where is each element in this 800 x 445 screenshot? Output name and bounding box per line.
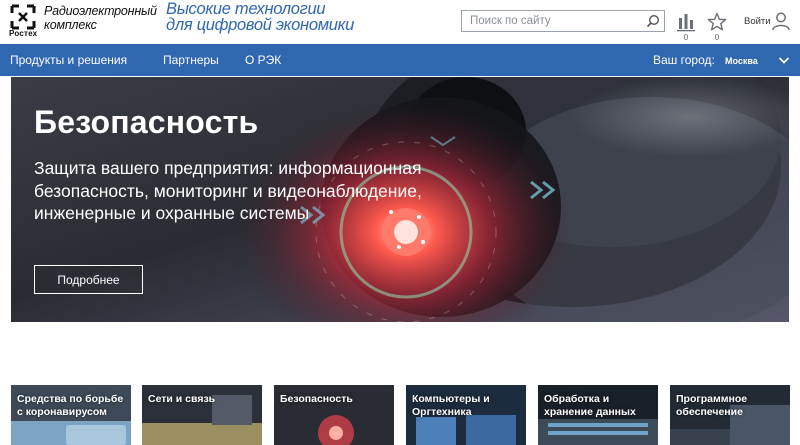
bar-chart-icon[interactable]	[676, 12, 696, 32]
logo-line-1: Радиоэлектронный	[44, 4, 157, 18]
chevron-down-icon[interactable]	[778, 55, 790, 65]
tile-label: Сети и связь	[148, 393, 260, 406]
city-label: Ваш город:	[653, 53, 715, 67]
logo-line-2: комплекс	[44, 18, 157, 32]
tile-label: Средства по борьбе с коронавирусом	[17, 393, 129, 419]
site-header: Ростех Радиоэлектронный комплекс Высокие…	[0, 0, 800, 44]
search-input[interactable]	[462, 11, 642, 31]
nav-item-partners[interactable]: Партнеры	[163, 53, 219, 67]
star-icon[interactable]	[707, 12, 727, 32]
hero-banner: Безопасность Защита вашего предприятия: …	[11, 77, 789, 322]
tile-networks[interactable]: Сети и связь	[142, 385, 262, 445]
search-box	[461, 10, 665, 32]
tagline-line-1: Высокие технологии	[166, 1, 354, 17]
city-selector[interactable]: Москва	[725, 56, 758, 66]
tile-label: Программное обеспечение	[676, 393, 788, 419]
details-button[interactable]: Подробнее	[34, 265, 143, 294]
tile-software[interactable]: Программное обеспечение	[670, 385, 790, 445]
main-navbar: Продукты и решения Партнеры О РЭК Ваш го…	[0, 44, 800, 76]
login-link[interactable]: Войти	[744, 16, 771, 27]
tagline: Высокие технологии для цифровой экономик…	[166, 1, 354, 33]
favorites-count: 0	[707, 33, 727, 42]
logo-text[interactable]: Радиоэлектронный комплекс	[44, 4, 157, 32]
nav-item-products[interactable]: Продукты и решения	[10, 53, 127, 67]
tile-label: Компьютеры и Оргтехника	[412, 393, 524, 419]
compare-count: 0	[676, 33, 696, 42]
tile-label: Обработка и хранение данных	[544, 393, 656, 419]
tile-data-storage[interactable]: Обработка и хранение данных	[538, 385, 658, 445]
tile-computers[interactable]: Компьютеры и Оргтехника	[406, 385, 526, 445]
tagline-line-2: для цифровой экономики	[166, 17, 354, 33]
hero-title: Безопасность	[34, 104, 258, 141]
tile-security[interactable]: Безопасность	[274, 385, 394, 445]
rostec-logo-icon[interactable]	[10, 4, 36, 30]
tile-label: Безопасность	[280, 393, 392, 406]
user-icon[interactable]	[771, 11, 791, 31]
logo-brand: Ростех	[9, 29, 37, 38]
nav-item-about[interactable]: О РЭК	[245, 53, 281, 67]
tile-coronavirus[interactable]: Средства по борьбе с коронавирусом	[11, 385, 131, 445]
hero-description: Защита вашего предприятия: информационна…	[34, 157, 434, 225]
search-icon[interactable]	[646, 14, 660, 28]
